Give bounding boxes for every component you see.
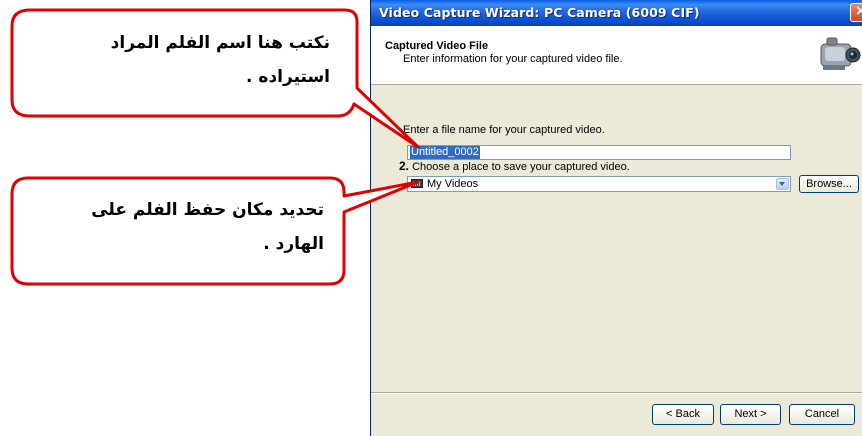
save-location-select[interactable]: My Videos xyxy=(407,176,791,192)
callout-location-text: تحديد مكان حفظ الفلم على الهارد . xyxy=(20,193,324,261)
camcorder-icon xyxy=(820,37,861,70)
header-title: Captured Video File xyxy=(385,40,489,52)
cancel-button[interactable]: Cancel xyxy=(789,404,855,425)
next-button[interactable]: Next > xyxy=(720,404,781,425)
wizard-header: Captured Video File Enter information fo… xyxy=(371,26,862,85)
location-label-text: Choose a place to save your captured vid… xyxy=(412,161,630,173)
close-button[interactable]: × xyxy=(850,3,862,22)
chevron-down-icon[interactable] xyxy=(776,178,789,190)
filename-label: Enter a file name for your captured vide… xyxy=(403,124,605,136)
callout-location-line1: تحديد مكان حفظ الفلم على xyxy=(91,200,324,220)
save-location-value: My Videos xyxy=(427,178,479,190)
browse-button[interactable]: Browse... xyxy=(799,175,859,193)
filename-value: Untitled_0002 xyxy=(410,146,480,159)
window-title: Video Capture Wizard: PC Camera (6009 CI… xyxy=(379,5,700,20)
filename-input[interactable]: Untitled_0002 xyxy=(407,145,791,160)
callout-filename-line1: نكتب هنا اسم الفلم المراد xyxy=(110,33,330,53)
wizard-window: Video Capture Wizard: PC Camera (6009 CI… xyxy=(370,0,862,436)
footer-divider xyxy=(371,392,862,394)
back-button[interactable]: < Back xyxy=(652,404,714,425)
callout-filename-line2: استيراده . xyxy=(246,67,330,87)
title-bar[interactable]: Video Capture Wizard: PC Camera (6009 CI… xyxy=(371,0,862,26)
callout-location-line2: الهارد . xyxy=(263,234,324,254)
video-folder-icon xyxy=(411,179,423,188)
location-label: 2. Choose a place to save your captured … xyxy=(399,159,630,173)
step-number: 2. xyxy=(399,159,410,173)
close-icon: × xyxy=(855,3,862,19)
header-subtitle: Enter information for your captured vide… xyxy=(403,53,623,65)
callout-filename-text: نكتب هنا اسم الفلم المراد استيراده . xyxy=(20,26,330,94)
